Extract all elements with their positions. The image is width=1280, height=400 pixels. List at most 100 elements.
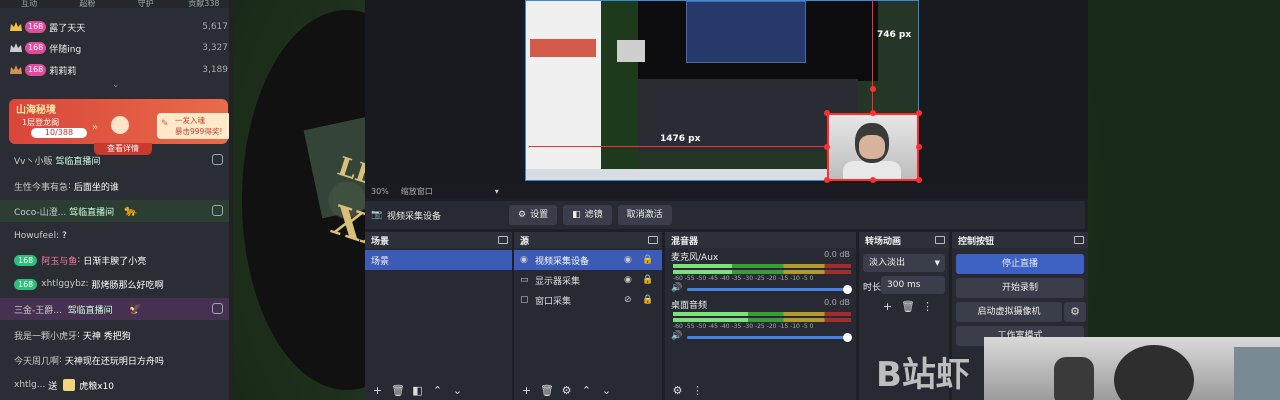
crown-icon (10, 43, 22, 52)
gear-icon: ⚙ (518, 210, 527, 220)
lock-icon[interactable]: 🔒 (642, 275, 653, 285)
window-icon: ▢ (520, 295, 529, 305)
zoom-mode[interactable]: 缩放窗口 (401, 186, 433, 197)
meter-scale: -60 -55 -50 -45 -40 -35 -30 -25 -20 -15 … (673, 275, 814, 282)
eye-icon[interactable]: ◉ (624, 255, 632, 265)
crown-icon (10, 65, 22, 74)
source-item[interactable]: ▢ 窗口采集 ⊘ 🔒 (514, 290, 662, 310)
tab-guard[interactable]: 守护 (117, 0, 175, 8)
tab-interaction[interactable]: 互动 (0, 0, 58, 8)
speaker-icon[interactable]: 🔊 (671, 331, 682, 341)
shield-icon (212, 205, 223, 216)
eye-hidden-icon[interactable]: ⊘ (624, 295, 632, 305)
event-banner[interactable]: 山海秘境 1层登龙阁 10/388 » ✎ 一发入魂 暴击999得奖! (9, 99, 231, 144)
lock-icon[interactable]: 🔒 (642, 255, 653, 265)
resize-handle[interactable] (824, 110, 830, 116)
more-icon[interactable]: ⋮ (921, 300, 934, 313)
trash-icon[interactable]: 🗑 (391, 384, 405, 397)
streamer-head (1114, 345, 1194, 400)
dropdown-arrow-icon[interactable]: ▾ (495, 187, 499, 196)
source-item[interactable]: ◉ 视频采集设备 ◉ 🔒 (514, 250, 662, 270)
source-filters-button[interactable]: ◧ 滤镜 (563, 205, 612, 225)
trash-icon[interactable]: 🗑 (901, 300, 915, 313)
rank-row[interactable]: 168 莉莉莉 3,189 (10, 60, 228, 80)
chat-username[interactable]: xhtlg... (14, 380, 45, 390)
speaker-icon[interactable]: 🔊 (671, 283, 682, 293)
arrow-down-icon[interactable]: ⌄ (600, 384, 613, 397)
lock-icon[interactable]: 🔒 (642, 295, 653, 305)
source-item-label: 窗口采集 (535, 296, 572, 307)
resize-handle[interactable] (870, 110, 876, 116)
arrow-up-icon[interactable]: ⌃ (431, 384, 444, 397)
resize-handle[interactable] (916, 144, 922, 150)
volume-slider[interactable] (687, 285, 852, 294)
arrow-down-icon[interactable]: ⌄ (451, 384, 464, 397)
transition-select[interactable]: 淡入淡出 ▼ (863, 254, 945, 272)
nested-video-capture (602, 1, 637, 180)
undock-icon[interactable] (498, 236, 508, 244)
eye-icon[interactable]: ◉ (624, 275, 632, 285)
scene-item[interactable]: 场景 (365, 250, 512, 270)
chat-username[interactable]: 生性今事有急 (14, 180, 68, 193)
event-reward-line1: 一发入魂 (175, 116, 205, 125)
resize-handle[interactable] (870, 177, 876, 183)
start-record-button[interactable]: 开始录制 (956, 278, 1084, 298)
resize-handle[interactable] (824, 144, 830, 150)
chat-message: 168 阿玉与鱼: 日渐丰腴了小亮 (0, 249, 233, 271)
chat-username[interactable]: Coco-山澄... (14, 205, 66, 218)
mixer-dock-footer: ⚙ ⋮ (665, 380, 856, 400)
event-reward-button[interactable]: ✎ 一发入魂 暴击999得奖! (157, 113, 231, 139)
volume-slider[interactable] (687, 333, 852, 342)
duration-input[interactable]: 300 ms (881, 276, 945, 294)
deactivate-button[interactable]: 取消激活 (617, 205, 672, 225)
meter-fill (673, 312, 748, 316)
camera-icon: ◉ (520, 255, 528, 265)
filter-icon[interactable]: ◧ (411, 384, 424, 397)
undock-icon[interactable] (648, 236, 658, 244)
more-icon[interactable]: ⋮ (691, 384, 704, 397)
chat-username[interactable]: Vv丶小贩 (14, 154, 52, 167)
source-toolbar: 📷 视频采集设备 ⚙ 设置 ◧ 滤镜 取消激活 (365, 201, 1085, 229)
slider-knob[interactable] (843, 285, 852, 294)
chevron-down-icon[interactable]: ⌄ (112, 80, 120, 90)
chat-username[interactable]: 阿玉与鱼 (41, 254, 77, 267)
chat-username[interactable]: Howufeel (14, 231, 56, 241)
rotate-handle[interactable] (870, 86, 876, 92)
chat-username[interactable]: 我是一颗小虎牙 (14, 329, 77, 342)
rank-row[interactable]: 168 露了天天 5,617 (10, 17, 228, 37)
gear-icon[interactable]: ⚙ (1064, 302, 1086, 322)
add-icon[interactable]: + (520, 384, 533, 397)
crown-icon (10, 22, 22, 31)
preview-area[interactable]: 1476 px 746 px (365, 0, 1088, 185)
source-item[interactable]: ▭ 显示器采集 ◉ 🔒 (514, 270, 662, 290)
chat-text: 送 (48, 381, 58, 392)
rank-row[interactable]: 168 伴随ing 3,327 (10, 38, 228, 58)
source-settings-button[interactable]: ⚙ 设置 (509, 205, 558, 225)
chat-username[interactable]: 今天周几啊 (14, 354, 59, 367)
level-badge: 168 (25, 21, 47, 33)
resize-handle[interactable] (824, 177, 830, 183)
rank-score: 3,189 (202, 65, 228, 75)
resize-handle[interactable] (916, 110, 922, 116)
link-gear-icon[interactable]: ⚙ (671, 384, 684, 397)
webcam-source[interactable] (827, 113, 919, 181)
chat-username[interactable]: 三金-王爵... (14, 303, 62, 316)
gear-icon[interactable]: ⚙ (560, 384, 573, 397)
arrow-up-icon[interactable]: ⌃ (580, 384, 593, 397)
controls-dock-header: 控制按钮 (952, 232, 1088, 248)
add-icon[interactable]: + (371, 384, 384, 397)
chat-message: Coco-山澄... 驾临直播间 🐆 (0, 200, 233, 222)
volume-meter (673, 312, 851, 316)
chat-username[interactable]: xhtlggybz (41, 279, 85, 289)
slider-knob[interactable] (843, 333, 852, 342)
resize-handle[interactable] (916, 177, 922, 183)
virtual-camera-button[interactable]: 启动虚拟摄像机 (956, 302, 1062, 322)
zoom-level[interactable]: 30% (371, 187, 389, 196)
tab-super-fans[interactable]: 超粉 (58, 0, 116, 8)
trash-icon[interactable]: 🗑 (540, 384, 554, 397)
tab-contribution[interactable]: 贡献338 (175, 0, 233, 8)
undock-icon[interactable] (935, 236, 945, 244)
undock-icon[interactable] (1074, 236, 1084, 244)
stop-stream-button[interactable]: 停止直播 (956, 254, 1084, 274)
add-icon[interactable]: + (881, 300, 894, 313)
